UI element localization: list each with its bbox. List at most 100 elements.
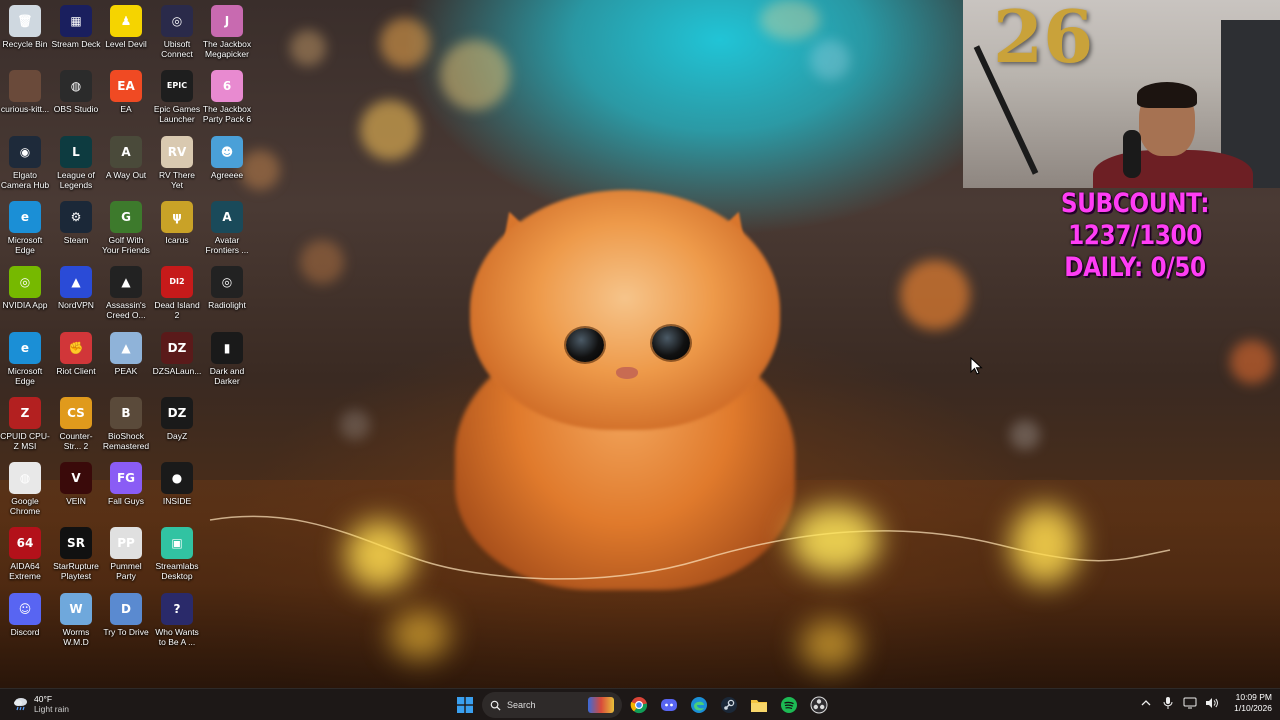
desktop-icon[interactable]: ☺ Discord (0, 592, 50, 637)
desktop-icon[interactable]: W Worms W.M.D (51, 592, 101, 647)
file-explorer-icon[interactable] (746, 692, 772, 718)
desktop-icon[interactable]: CS Counter-Str... 2 (51, 396, 101, 451)
desktop-icon[interactable]: ☻ Agreeee (202, 135, 252, 180)
taskbar-search[interactable]: Search (482, 692, 622, 718)
desktop-icon[interactable]: ◎ NVIDIA App (0, 266, 50, 310)
desktop-icon[interactable]: FG Fall Guys (101, 462, 151, 506)
desktop-icon[interactable]: ◎ Ubisoft Connect (152, 5, 202, 59)
desktop-icon[interactable]: curious-kitt... (0, 70, 50, 114)
desktop-icon[interactable]: SR StarRupture Playtest (51, 527, 101, 581)
rain-cloud-icon (12, 695, 30, 713)
desktop-icon[interactable]: ◉ Elgato Camera Hub (0, 135, 50, 190)
desktop-icon-label: Recycle Bin (2, 39, 48, 49)
steam-icon[interactable] (716, 692, 742, 718)
desktop-icon[interactable]: ▦ Stream Deck (51, 5, 101, 49)
desktop-icon-label: Riot Client (56, 365, 96, 376)
edge-icon[interactable] (686, 692, 712, 718)
desktop-icon[interactable]: e Microsoft Edge (0, 331, 50, 386)
search-icon (490, 700, 501, 711)
clock-date: 1/10/2026 (1234, 703, 1272, 713)
stream-deck-icon: ▦ (60, 5, 92, 37)
desktop-icon[interactable]: L League of Legends (51, 135, 101, 190)
chrome-icon: ◍ (9, 462, 41, 495)
desktop-icon-label: INSIDE (162, 496, 192, 507)
desktop-icon[interactable]: ψ Icarus (152, 200, 202, 245)
desktop-icon[interactable]: ▲ NordVPN (51, 266, 101, 310)
ea-icon: EA (110, 70, 142, 103)
desktop-icon[interactable]: EPIC Epic Games Launcher (152, 70, 202, 124)
weather-temp: 40°F (34, 694, 53, 704)
start-icon[interactable] (452, 692, 478, 718)
nvidia-icon: ◎ (9, 266, 41, 299)
desktop-icon[interactable]: 64 AIDA64 Extreme (0, 527, 50, 581)
desktop-icon[interactable]: ◎ Radiolight (202, 266, 252, 310)
desktop-icon[interactable]: DZ DZSALaun... (152, 331, 202, 376)
edge-icon: e (9, 331, 41, 364)
desktop-icon[interactable]: ▮ Dark and Darker (202, 331, 252, 386)
clock-time: 10:09 PM (1235, 692, 1272, 702)
volume-icon[interactable] (1204, 693, 1220, 713)
desktop-icon[interactable]: PP Pummel Party (101, 527, 151, 581)
taskbar-clock[interactable]: 10:09 PM 1/10/2026 (1234, 692, 1272, 714)
desktop-icon-label: Agreeee (210, 169, 244, 180)
desktop-icon[interactable]: DI2 Dead Island 2 (152, 266, 202, 320)
pummel-party-icon: PP (110, 527, 142, 560)
rv-there-yet-icon: RV (161, 135, 193, 168)
mouse-cursor-icon (970, 357, 983, 375)
taskbar-center: Search (452, 692, 832, 718)
display-icon[interactable] (1182, 693, 1198, 713)
desktop-icon[interactable]: A Avatar Frontiers ... (202, 200, 252, 255)
agreeee-icon: ☻ (211, 135, 243, 168)
desktop-icon[interactable]: V VEIN (51, 462, 101, 506)
assassins-creed-icon: ▲ (110, 266, 142, 299)
golf-icon: G (110, 200, 142, 233)
desktop-icon[interactable]: B BioShock Remastered (101, 396, 151, 451)
desktop-icon[interactable]: ▲ PEAK (101, 331, 151, 376)
try-to-drive-icon: D (110, 592, 142, 625)
desktop-icon-label: NVIDIA App (2, 300, 48, 311)
millionaire-icon: ? (161, 592, 193, 625)
desktop-icon[interactable]: DZ DayZ (152, 396, 202, 441)
desktop-icon-label: A Way Out (105, 169, 147, 180)
desktop-icon[interactable]: ▲ Assassin's Creed O... (101, 266, 151, 320)
desktop-icon[interactable]: ◍ OBS Studio (51, 70, 101, 114)
desktop-icon-label: Worms W.M.D (62, 626, 90, 647)
desktop-icon-label: Steam (63, 234, 89, 245)
desktop-icon[interactable]: ◍ Google Chrome (0, 462, 50, 516)
desktop-icon[interactable]: 🗑 Recycle Bin (0, 5, 50, 49)
discord-icon[interactable] (656, 692, 682, 718)
subcount-text: SUBCOUNT: 1237/1300 (1060, 188, 1210, 251)
desktop-icon[interactable]: ✊ Riot Client (51, 331, 101, 376)
chrome-icon[interactable] (626, 692, 652, 718)
cpuz-icon: Z (9, 396, 41, 429)
desktop-icon[interactable]: ♟ Level Devil (101, 5, 151, 49)
desktop-icon[interactable]: ⚙ Steam (51, 200, 101, 245)
desktop-icon[interactable]: EA EA (101, 70, 151, 114)
desktop-icon[interactable]: RV RV There Yet (152, 135, 202, 190)
spotify-icon[interactable] (776, 692, 802, 718)
desktop-icon[interactable]: ? Who Wants to Be A ... (152, 592, 202, 647)
desktop-icon[interactable]: G Golf With Your Friends (101, 200, 151, 255)
obs-icon[interactable] (806, 692, 832, 718)
league-icon: L (60, 135, 92, 168)
peak-icon: ▲ (110, 331, 142, 364)
desktop-icon-label: EA (120, 104, 132, 115)
desktop-icon-label: Golf With Your Friends (102, 234, 150, 255)
desktop-icon-label: PEAK (114, 365, 138, 376)
desktop-icon[interactable]: Z CPUID CPU-Z MSI (0, 396, 50, 451)
desktop-icon[interactable]: ● INSIDE (152, 462, 202, 506)
microphone-icon[interactable] (1160, 693, 1176, 713)
desktop-icon[interactable]: J The Jackbox Megapicker (202, 5, 252, 59)
desktop-icon[interactable]: 6 The Jackbox Party Pack 6 (202, 70, 252, 124)
ubisoft-icon: ◎ (161, 5, 193, 37)
desktop-icon-label: Elgato Camera Hub (0, 169, 50, 190)
desktop-icon-label: Assassin's Creed O... (106, 300, 146, 321)
chevron-up-icon[interactable] (1138, 693, 1154, 713)
level-devil-icon: ♟ (110, 5, 142, 37)
desktop-icon[interactable]: ▣ Streamlabs Desktop (152, 527, 202, 581)
weather-widget[interactable]: 40°F Light rain (12, 694, 69, 714)
daily-text: DAILY: 0/50 (1064, 252, 1206, 283)
desktop-icon[interactable]: D Try To Drive (101, 592, 151, 637)
desktop-icon[interactable]: e Microsoft Edge (0, 200, 50, 255)
desktop-icon[interactable]: AA Way Out (101, 135, 151, 180)
